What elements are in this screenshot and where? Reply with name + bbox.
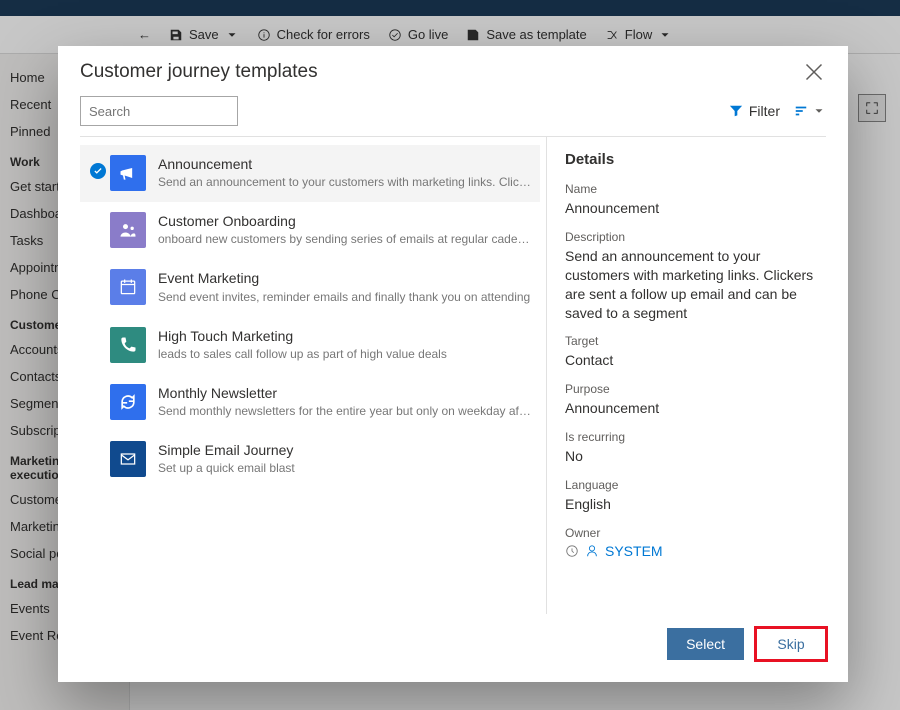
- template-name: Customer Onboarding: [158, 212, 532, 230]
- chevron-down-icon: [225, 28, 239, 42]
- template-desc: onboard new customers by sending series …: [158, 230, 532, 248]
- field-label-purpose: Purpose: [565, 382, 826, 396]
- template-item-onboarding[interactable]: Customer Onboarding onboard new customer…: [80, 202, 540, 259]
- template-name: Simple Email Journey: [158, 441, 532, 459]
- person-icon: [585, 544, 599, 558]
- template-item-newsletter[interactable]: Monthly Newsletter Send monthly newslett…: [80, 374, 540, 431]
- template-picker-dialog: Customer journey templates Filter: [58, 46, 848, 682]
- template-list: Announcement Send an announcement to you…: [80, 137, 540, 614]
- field-label-name: Name: [565, 182, 826, 196]
- template-desc: Send monthly newsletters for the entire …: [158, 402, 532, 420]
- people-icon: [110, 212, 146, 248]
- template-desc: leads to sales call follow up as part of…: [158, 345, 532, 363]
- expand-icon: [865, 101, 879, 115]
- template-name: Announcement: [158, 155, 532, 173]
- selected-indicator: [86, 155, 110, 179]
- field-value-name: Announcement: [565, 199, 826, 218]
- details-heading: Details: [565, 151, 826, 168]
- info-icon: [257, 28, 271, 42]
- fullscreen-button[interactable]: [858, 94, 886, 122]
- field-value-purpose: Announcement: [565, 399, 826, 418]
- field-value-recurring: No: [565, 447, 826, 466]
- back-button[interactable]: ←: [138, 27, 151, 42]
- dialog-title: Customer journey templates: [80, 61, 802, 83]
- template-item-simple-email[interactable]: Simple Email Journey Set up a quick emai…: [80, 431, 540, 488]
- refresh-icon: [110, 384, 146, 420]
- skip-button[interactable]: Skip: [756, 628, 826, 660]
- template-item-event[interactable]: Event Marketing Send event invites, remi…: [80, 259, 540, 316]
- check-icon: [93, 166, 103, 176]
- calendar-icon: [110, 269, 146, 305]
- field-label-recurring: Is recurring: [565, 430, 826, 444]
- template-name: Monthly Newsletter: [158, 384, 532, 402]
- select-button[interactable]: Select: [667, 628, 744, 660]
- close-button[interactable]: [802, 60, 826, 84]
- field-label-description: Description: [565, 230, 826, 244]
- check-circle-icon: [388, 28, 402, 42]
- flow-icon: [605, 28, 619, 42]
- template-name: High Touch Marketing: [158, 327, 532, 345]
- phone-icon: [110, 327, 146, 363]
- chevron-down-icon: [658, 28, 672, 42]
- template-item-hightouch[interactable]: High Touch Marketing leads to sales call…: [80, 317, 540, 374]
- check-errors-button[interactable]: Check for errors: [257, 27, 370, 42]
- clock-icon: [565, 544, 579, 558]
- save-icon: [169, 28, 183, 42]
- field-label-target: Target: [565, 334, 826, 348]
- sort-button[interactable]: [794, 104, 826, 118]
- chevron-down-icon: [812, 104, 826, 118]
- save-template-icon: [466, 28, 480, 42]
- template-desc: Send event invites, reminder emails and …: [158, 288, 532, 306]
- sort-icon: [794, 104, 808, 118]
- flow-button[interactable]: Flow: [605, 27, 672, 42]
- details-panel: Details Name Announcement Description Se…: [546, 137, 826, 614]
- filter-icon: [729, 104, 743, 118]
- go-live-button[interactable]: Go live: [388, 27, 448, 42]
- search-input[interactable]: [80, 96, 238, 126]
- save-as-template-button[interactable]: Save as template: [466, 27, 586, 42]
- field-value-description: Send an announcement to your customers w…: [565, 247, 826, 323]
- field-value-language: English: [565, 495, 826, 514]
- megaphone-icon: [110, 155, 146, 191]
- close-icon: [802, 60, 826, 84]
- search-field[interactable]: [89, 104, 265, 119]
- field-label-owner: Owner: [565, 526, 826, 540]
- field-value-owner: SYSTEM: [605, 543, 663, 559]
- filter-button[interactable]: Filter: [729, 103, 780, 119]
- template-desc: Send an announcement to your customers w…: [158, 173, 532, 191]
- template-desc: Set up a quick email blast: [158, 459, 532, 477]
- app-titlebar: [0, 0, 900, 16]
- template-item-announcement[interactable]: Announcement Send an announcement to you…: [80, 145, 540, 202]
- template-name: Event Marketing: [158, 269, 532, 287]
- field-label-language: Language: [565, 478, 826, 492]
- mail-icon: [110, 441, 146, 477]
- field-value-target: Contact: [565, 351, 826, 370]
- save-button[interactable]: Save: [169, 27, 239, 42]
